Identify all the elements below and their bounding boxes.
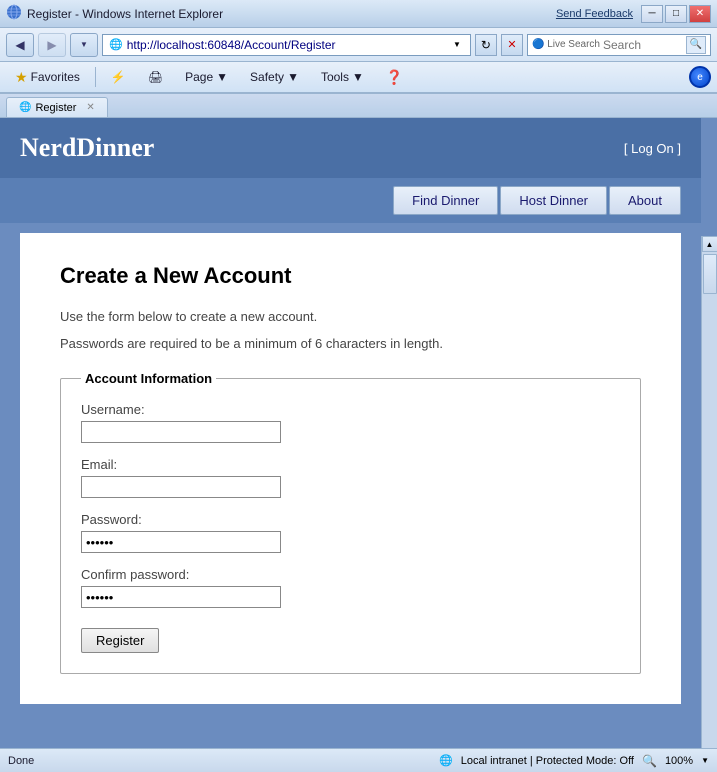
status-bar: Done 🌐 Local intranet | Protected Mode: … — [0, 748, 717, 772]
live-search-area: 🔵 Live Search 🔍 — [527, 34, 711, 56]
safety-label: Safety — [250, 70, 284, 84]
instruction-text-1: Use the form below to create a new accou… — [60, 309, 641, 324]
scroll-track — [702, 252, 717, 748]
confirm-password-label: Confirm password: — [81, 567, 620, 582]
page-label: Page — [185, 70, 213, 84]
tab-close-icon[interactable]: ✕ — [86, 102, 94, 113]
refresh-button[interactable]: ↻ — [475, 34, 497, 56]
print-button[interactable]: 🖨 — [139, 65, 172, 89]
address-icon: 🌐 — [109, 38, 123, 51]
send-feedback-link[interactable]: Send Feedback — [556, 8, 633, 20]
close-button[interactable]: ✕ — [689, 5, 711, 23]
app-title: NerdDinner — [20, 133, 154, 163]
stop-button[interactable]: ✕ — [501, 34, 523, 56]
page-heading: Create a New Account — [60, 263, 641, 289]
tools-button[interactable]: Tools ▼ — [312, 65, 373, 89]
safety-button[interactable]: Safety ▼ — [241, 65, 308, 89]
email-label: Email: — [81, 457, 620, 472]
search-go-button[interactable]: 🔍 — [686, 36, 706, 54]
title-bar: Register - Windows Internet Explorer Sen… — [0, 0, 717, 28]
fieldset-legend: Account Information — [81, 371, 216, 386]
password-label: Password: — [81, 512, 620, 527]
username-label: Username: — [81, 402, 620, 417]
window-title: Register - Windows Internet Explorer — [27, 7, 556, 21]
scrollbar-right[interactable]: ▲ ▼ — [701, 236, 717, 748]
find-dinner-button[interactable]: Find Dinner — [393, 186, 498, 215]
confirm-password-field: Confirm password: — [81, 567, 620, 608]
zoom-level: 100% — [665, 755, 693, 767]
log-on-link[interactable]: [ Log On ] — [624, 141, 681, 156]
zoom-icon: 🔍 — [642, 754, 657, 768]
globe-icon: 🌐 — [439, 754, 453, 767]
account-info-fieldset: Account Information Username: Email: Pas… — [60, 371, 641, 674]
instruction-text-2: Passwords are required to be a minimum o… — [60, 336, 641, 351]
ie-tab-icon: 🌐 — [19, 102, 31, 113]
forward-button[interactable]: ▶ — [38, 33, 66, 57]
scroll-up-arrow[interactable]: ▲ — [702, 236, 717, 252]
restore-button[interactable]: □ — [665, 5, 687, 23]
email-input[interactable] — [81, 476, 281, 498]
address-text[interactable]: http://localhost:60848/Account/Register — [127, 38, 450, 52]
zoom-dropdown-arrow[interactable]: ▼ — [701, 756, 709, 765]
password-field: Password: — [81, 512, 620, 553]
tab-bar: 🌐 Register ✕ — [0, 94, 717, 118]
ie-logo: e — [689, 66, 711, 88]
search-input[interactable] — [603, 38, 683, 52]
scroll-thumb[interactable] — [703, 254, 717, 294]
page-button[interactable]: Page ▼ — [176, 65, 237, 89]
rss-button[interactable]: ⚡ — [102, 65, 135, 89]
address-dropdown-arrow[interactable]: ▼ — [450, 40, 464, 49]
minimize-button[interactable]: ─ — [641, 5, 663, 23]
tab-register[interactable]: 🌐 Register ✕ — [6, 97, 108, 117]
tab-label: Register — [35, 102, 76, 114]
status-text: Done — [8, 755, 431, 767]
username-input[interactable] — [81, 421, 281, 443]
host-dinner-button[interactable]: Host Dinner — [500, 186, 607, 215]
toolbar-separator — [95, 67, 96, 87]
browser-content: ▲ ▼ NerdDinner [ Log On ] Find Dinner Ho… — [0, 118, 717, 748]
toolbar: ★ Favorites ⚡ 🖨 Page ▼ Safety ▼ Tools ▼ … — [0, 62, 717, 94]
security-zone-text: Local intranet | Protected Mode: Off — [461, 755, 634, 767]
tools-label: Tools — [321, 70, 349, 84]
help-button[interactable]: ❓ — [377, 65, 412, 89]
address-input-container[interactable]: 🌐 http://localhost:60848/Account/Registe… — [102, 34, 471, 56]
app-header: NerdDinner [ Log On ] — [0, 118, 701, 178]
about-button[interactable]: About — [609, 186, 681, 215]
browser-icon — [6, 4, 22, 23]
confirm-password-input[interactable] — [81, 586, 281, 608]
nav-bar: Find Dinner Host Dinner About — [0, 178, 701, 223]
down-arrow-button[interactable]: ▼ — [70, 33, 98, 57]
content-panel: Create a New Account Use the form below … — [20, 233, 681, 704]
password-input[interactable] — [81, 531, 281, 553]
address-bar: ◀ ▶ ▼ 🌐 http://localhost:60848/Account/R… — [0, 28, 717, 62]
register-button[interactable]: Register — [81, 628, 159, 653]
window-controls: ─ □ ✕ — [641, 5, 711, 23]
live-search-logo: 🔵 Live Search — [532, 39, 600, 50]
username-field: Username: — [81, 402, 620, 443]
star-icon: ★ — [15, 69, 28, 86]
favorites-button[interactable]: ★ Favorites — [6, 65, 89, 89]
email-field: Email: — [81, 457, 620, 498]
back-button[interactable]: ◀ — [6, 33, 34, 57]
favorites-label: Favorites — [31, 70, 80, 84]
